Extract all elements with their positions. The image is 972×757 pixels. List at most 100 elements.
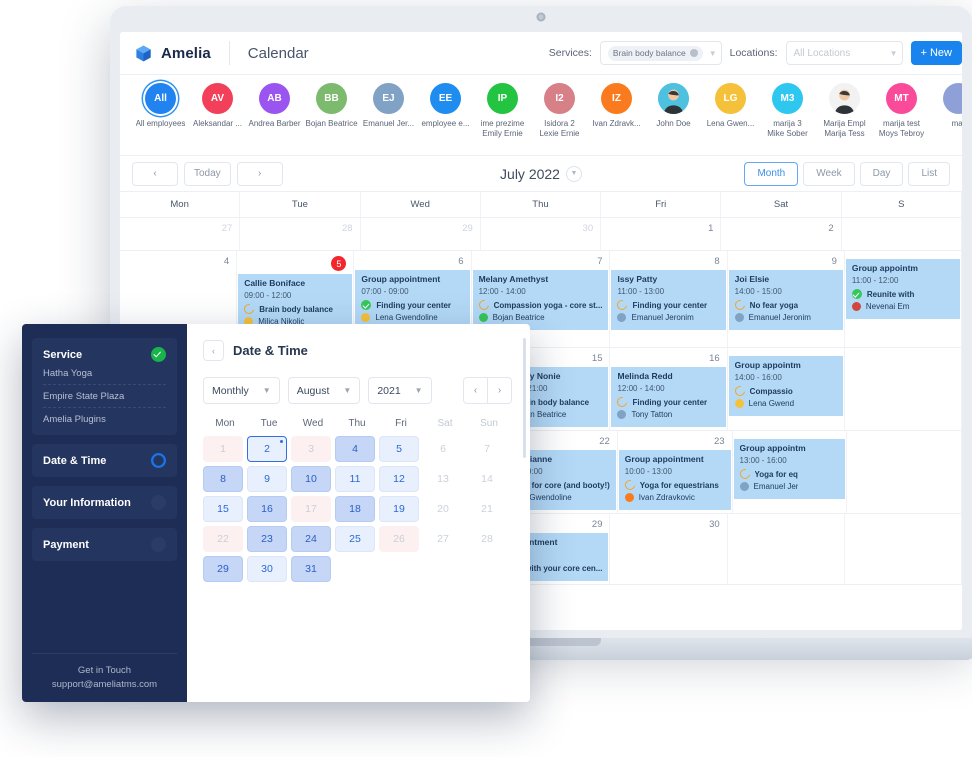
next-month-button[interactable]: › bbox=[237, 162, 283, 186]
year-value: 2021 bbox=[377, 385, 400, 397]
avatar: IP bbox=[487, 83, 518, 114]
calendar-event[interactable]: Issy Patty11:00 - 13:00Finding your cent… bbox=[611, 270, 725, 330]
employee-filter-12[interactable]: Marija EmplMarija Tess bbox=[816, 83, 873, 139]
footer-email[interactable]: support@ameliatms.com bbox=[32, 678, 177, 692]
employee-filter-0[interactable]: AllAll employees bbox=[132, 83, 189, 129]
mini-day-cell[interactable]: 8 bbox=[203, 466, 243, 492]
calendar-day-cell[interactable] bbox=[842, 218, 962, 250]
calendar-day-cell[interactable]: Group appointm14:00 - 16:00CompassioLena… bbox=[728, 348, 845, 430]
employee-filter-11[interactable]: M3marija 3Mike Sober bbox=[759, 83, 816, 139]
view-mode-value: Monthly bbox=[212, 385, 249, 397]
chip-remove-icon[interactable] bbox=[690, 49, 698, 57]
brand-name: Amelia bbox=[161, 45, 211, 62]
mini-day-cell[interactable]: 5 bbox=[379, 436, 419, 462]
employee-filter-10[interactable]: LGLena Gwen... bbox=[702, 83, 759, 129]
mini-prev-button[interactable]: ‹ bbox=[463, 377, 488, 404]
calendar-day-cell[interactable] bbox=[728, 514, 845, 584]
event-service: Finding your center bbox=[632, 398, 707, 407]
employee-filter-14[interactable]: mar bbox=[930, 83, 962, 129]
mini-next-button[interactable]: › bbox=[488, 377, 512, 404]
new-appointment-button[interactable]: + New bbox=[911, 41, 963, 65]
mini-day-cell[interactable]: 12 bbox=[379, 466, 419, 492]
calendar-day-cell[interactable]: 8Issy Patty11:00 - 13:00Finding your cen… bbox=[610, 251, 727, 347]
mini-day-cell[interactable]: 29 bbox=[203, 556, 243, 582]
employee-name: Andrea Barber bbox=[248, 119, 300, 129]
mini-day-cell[interactable]: 2 bbox=[247, 436, 287, 462]
employee-filter-5[interactable]: EEemployee e... bbox=[417, 83, 474, 129]
calendar-day-cell[interactable]: 28 bbox=[240, 218, 360, 250]
event-service: Brain body balance bbox=[259, 305, 333, 314]
calendar-event[interactable]: Group appointm11:00 - 12:00Reunite withN… bbox=[846, 259, 960, 319]
mini-day-cell[interactable]: 4 bbox=[335, 436, 375, 462]
service-chip[interactable]: Brain body balance bbox=[608, 46, 703, 61]
prev-month-button[interactable]: ‹ bbox=[132, 162, 178, 186]
calendar-day-cell[interactable]: 29 bbox=[361, 218, 481, 250]
view-button-week[interactable]: Week bbox=[803, 162, 854, 186]
employee-filter-6[interactable]: IPime prezimeEmily Ernie bbox=[474, 83, 531, 139]
mini-day-cell[interactable]: 19 bbox=[379, 496, 419, 522]
calendar-day-cell[interactable]: Group appointm11:00 - 12:00Reunite withN… bbox=[845, 251, 962, 347]
calendar-day-cell[interactable] bbox=[845, 514, 962, 584]
calendar-event[interactable]: Group appointm14:00 - 16:00CompassioLena… bbox=[729, 356, 843, 416]
month-select[interactable]: August ▼ bbox=[288, 377, 361, 404]
calendar-event[interactable]: Joi Elsie14:00 - 15:00No fear yogaEmanue… bbox=[729, 270, 843, 330]
mini-day-cell[interactable]: 24 bbox=[291, 526, 331, 552]
pending-icon bbox=[738, 467, 752, 481]
chevron-down-icon: ▼ bbox=[343, 386, 351, 395]
employee-filter-strip[interactable]: AllAll employeesAVAleksandar ...ABAndrea… bbox=[120, 75, 962, 156]
current-month-label[interactable]: July 2022 ▼ bbox=[500, 166, 582, 182]
mini-day-cell[interactable]: 9 bbox=[247, 466, 287, 492]
mini-day-cell[interactable]: 18 bbox=[335, 496, 375, 522]
booking-step-your-information[interactable]: Your Information bbox=[32, 486, 177, 519]
locations-select[interactable]: All Locations ▼ bbox=[786, 41, 903, 65]
employee-filter-2[interactable]: ABAndrea Barber bbox=[246, 83, 303, 129]
person-avatar bbox=[625, 493, 634, 502]
mini-day-cell[interactable]: 25 bbox=[335, 526, 375, 552]
employee-filter-3[interactable]: BBBojan Beatrice bbox=[303, 83, 360, 129]
employee-filter-9[interactable]: John Doe bbox=[645, 83, 702, 129]
chevron-left-icon[interactable]: ‹ bbox=[203, 340, 224, 361]
chevron-down-icon[interactable]: ▼ bbox=[566, 166, 582, 182]
booking-step-payment[interactable]: Payment bbox=[32, 528, 177, 561]
calendar-event[interactable]: Group appointment07:00 - 09:00Finding yo… bbox=[355, 270, 469, 330]
employee-filter-8[interactable]: IZIvan Zdravk... bbox=[588, 83, 645, 129]
calendar-event[interactable]: Melany Amethyst12:00 - 14:00Compassion y… bbox=[473, 270, 609, 330]
calendar-day-cell[interactable]: 1 bbox=[601, 218, 721, 250]
calendar-day-cell[interactable] bbox=[845, 348, 962, 430]
services-select[interactable]: Brain body balance ▼ bbox=[600, 41, 722, 65]
calendar-event[interactable]: Melinda Redd12:00 - 14:00Finding your ce… bbox=[611, 367, 725, 427]
calendar-day-cell[interactable]: 16Melinda Redd12:00 - 14:00Finding your … bbox=[610, 348, 727, 430]
employee-filter-1[interactable]: AVAleksandar ... bbox=[189, 83, 246, 129]
year-select[interactable]: 2021 ▼ bbox=[368, 377, 431, 404]
calendar-day-cell[interactable]: 30 bbox=[610, 514, 727, 584]
calendar-day-cell[interactable]: 2 bbox=[721, 218, 841, 250]
view-mode-select[interactable]: Monthly ▼ bbox=[203, 377, 280, 404]
mini-day-cell[interactable]: 16 bbox=[247, 496, 287, 522]
mini-day-cell[interactable]: 10 bbox=[291, 466, 331, 492]
calendar-day-cell[interactable]: 27 bbox=[120, 218, 240, 250]
employee-filter-7[interactable]: I2Isidora 2Lexie Ernie bbox=[531, 83, 588, 139]
calendar-day-cell[interactable]: Group appointm13:00 - 16:00Yoga for eqEm… bbox=[733, 431, 848, 513]
booking-step-service[interactable]: ServiceHatha YogaEmpire State PlazaAmeli… bbox=[32, 338, 177, 435]
mini-day-cell[interactable]: 30 bbox=[247, 556, 287, 582]
today-button[interactable]: Today bbox=[184, 162, 231, 186]
view-button-day[interactable]: Day bbox=[860, 162, 904, 186]
calendar-day-cell[interactable] bbox=[847, 431, 962, 513]
employee-filter-4[interactable]: EJEmanuel Jer... bbox=[360, 83, 417, 129]
mini-day-cell[interactable]: 23 bbox=[247, 526, 287, 552]
booking-step-date-time[interactable]: Date & Time bbox=[32, 444, 177, 477]
calendar-event[interactable]: Group appointment10:00 - 13:00Yoga for e… bbox=[619, 450, 731, 510]
view-button-month[interactable]: Month bbox=[744, 162, 798, 186]
mini-day-cell[interactable]: 11 bbox=[335, 466, 375, 492]
calendar-day-cell[interactable]: 9Joi Elsie14:00 - 15:00No fear yogaEmanu… bbox=[728, 251, 845, 347]
mini-day-cell[interactable]: 15 bbox=[203, 496, 243, 522]
mini-day-cell[interactable]: 31 bbox=[291, 556, 331, 582]
employee-filter-13[interactable]: MTmarija testMoys Tebroy bbox=[873, 83, 930, 139]
panel-scrollbar[interactable] bbox=[523, 338, 526, 458]
calendar-day-cell[interactable]: 23Group appointment10:00 - 13:00Yoga for… bbox=[618, 431, 733, 513]
calendar-day-cell[interactable]: 30 bbox=[481, 218, 601, 250]
avatar bbox=[829, 83, 860, 114]
view-button-list[interactable]: List bbox=[908, 162, 950, 186]
view-switcher[interactable]: MonthWeekDayList bbox=[744, 162, 950, 186]
calendar-event[interactable]: Group appointm13:00 - 16:00Yoga for eqEm… bbox=[734, 439, 846, 499]
